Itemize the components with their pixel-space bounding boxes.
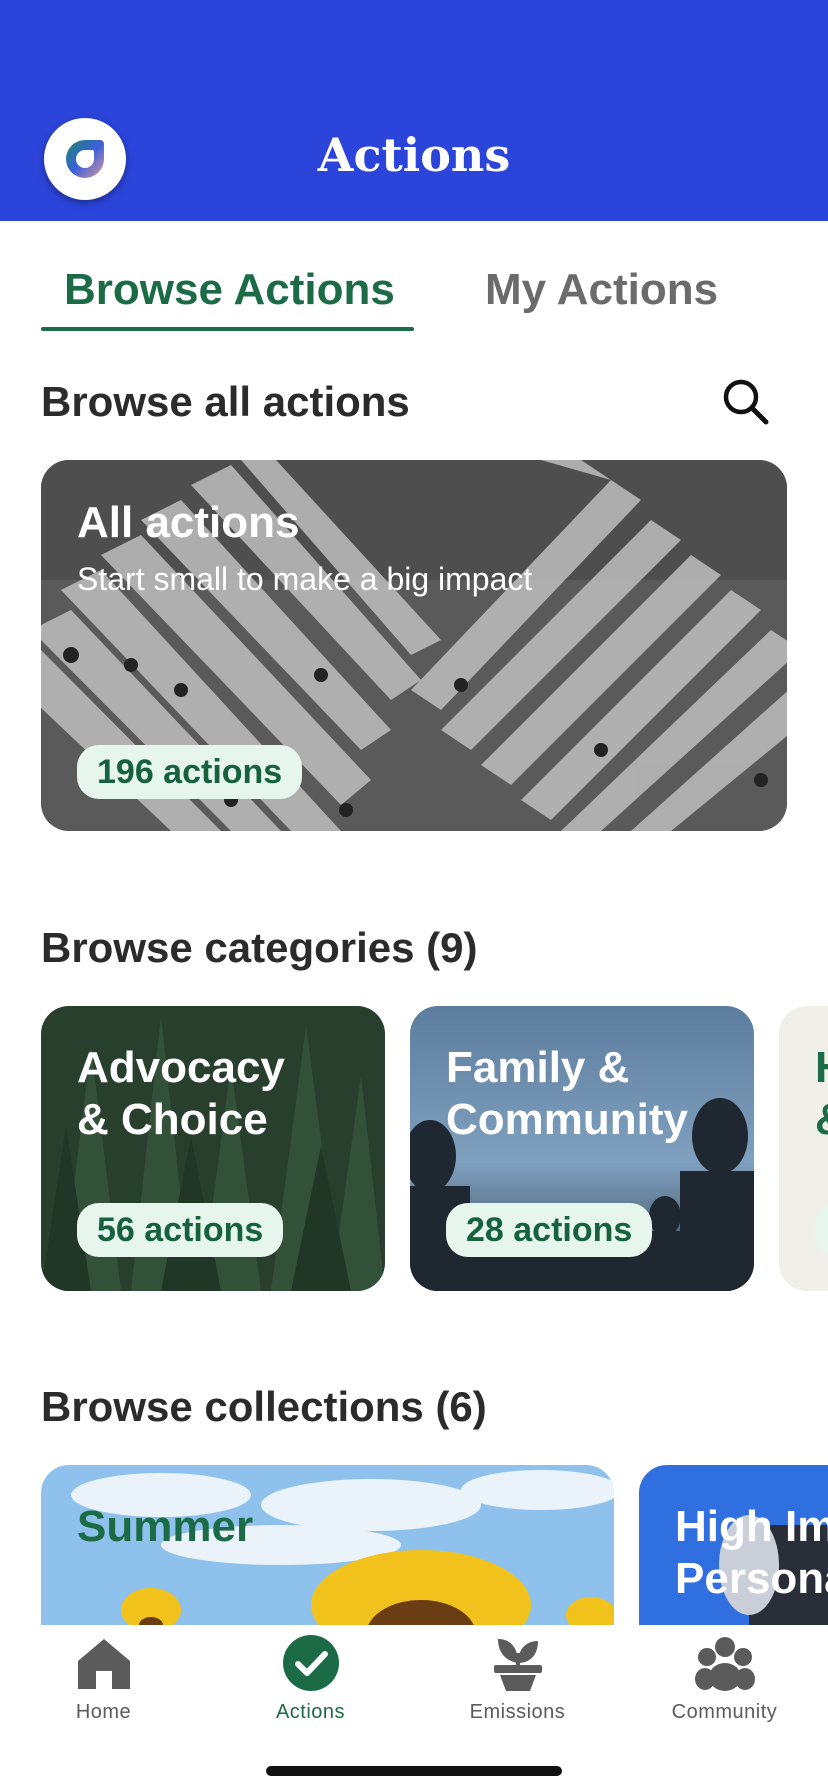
category-count-badge bbox=[815, 1203, 828, 1257]
collection-title-line: Persona bbox=[675, 1554, 828, 1603]
search-button[interactable] bbox=[718, 374, 774, 430]
all-actions-card[interactable]: All actions Start small to make a big im… bbox=[41, 460, 787, 831]
all-actions-subtitle: Start small to make a big impact bbox=[77, 561, 533, 597]
nav-label: Community bbox=[671, 1701, 778, 1723]
category-card-partial[interactable]: H & bbox=[779, 1006, 828, 1291]
tab-bar: Browse Actions My Actions bbox=[0, 221, 828, 331]
collection-card-high-impact[interactable]: High Im Persona bbox=[639, 1465, 828, 1625]
collection-card-summer[interactable]: Summer bbox=[41, 1465, 614, 1625]
collection-title-line: High Im bbox=[675, 1502, 828, 1551]
search-icon bbox=[723, 379, 769, 425]
collections-heading: Browse collections (6) bbox=[41, 1383, 487, 1430]
nav-emissions[interactable]: Emissions bbox=[414, 1633, 621, 1724]
category-card-advocacy[interactable]: Advocacy & Choice 56 actions bbox=[41, 1006, 385, 1291]
category-count-badge: 28 actions bbox=[446, 1203, 653, 1257]
tab-my-actions[interactable]: My Actions bbox=[485, 265, 718, 315]
category-title-line: & Choice bbox=[77, 1095, 268, 1144]
nav-community[interactable]: Community bbox=[621, 1633, 828, 1724]
category-title: Advocacy & Choice bbox=[77, 1042, 285, 1146]
category-title-line: Community bbox=[446, 1095, 688, 1144]
all-actions-count-badge: 196 actions bbox=[77, 745, 303, 799]
category-count-badge: 56 actions bbox=[77, 1203, 284, 1257]
browse-all-heading: Browse all actions bbox=[41, 378, 410, 425]
home-indicator bbox=[266, 1766, 562, 1776]
category-title-line: H bbox=[815, 1042, 828, 1094]
page-title: Actions bbox=[317, 128, 511, 182]
nav-label: Home bbox=[75, 1701, 132, 1723]
nav-label: Emissions bbox=[469, 1701, 566, 1723]
category-title-line: & bbox=[815, 1094, 828, 1146]
check-circle-icon bbox=[282, 1635, 339, 1691]
app-header: Actions bbox=[0, 0, 828, 221]
category-title: H & bbox=[815, 1042, 828, 1146]
categories-heading: Browse categories (9) bbox=[41, 924, 478, 971]
nav-label: Actions bbox=[275, 1701, 346, 1723]
all-actions-title: All actions bbox=[77, 498, 300, 547]
category-title-line: Advocacy bbox=[77, 1043, 285, 1092]
people-icon bbox=[694, 1637, 755, 1691]
collection-title: High Im Persona bbox=[675, 1501, 828, 1605]
plant-pot-icon bbox=[493, 1639, 542, 1691]
nav-home[interactable]: Home bbox=[0, 1633, 207, 1724]
tab-browse-actions[interactable]: Browse Actions bbox=[64, 265, 395, 315]
category-title-line: Family & bbox=[446, 1043, 630, 1092]
category-card-family-community[interactable]: Family & Community 28 actions bbox=[410, 1006, 754, 1291]
category-title: Family & Community bbox=[446, 1042, 688, 1146]
home-icon bbox=[77, 1639, 130, 1689]
active-tab-indicator bbox=[41, 327, 414, 331]
collection-title: Summer bbox=[77, 1502, 254, 1551]
nav-actions[interactable]: Actions bbox=[207, 1633, 414, 1724]
